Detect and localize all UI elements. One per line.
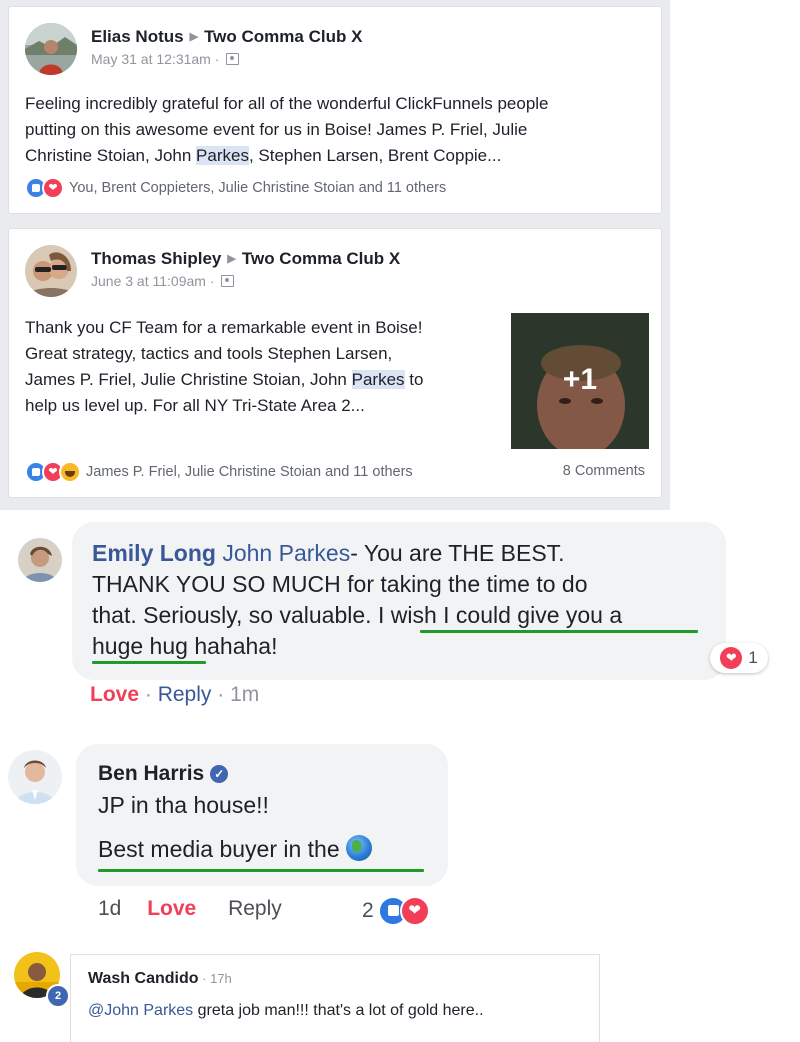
post-text-line: Thank you CF Team for a remarkable event… (25, 318, 423, 337)
avatar[interactable] (25, 23, 77, 75)
highlight-underline (98, 869, 424, 872)
post-text-line: Christine Stoian, John Parkes, Stephen L… (25, 143, 549, 169)
highlight-underline (92, 661, 206, 664)
feed-post: Elias Notus ▶ Two Comma Club X May 31 at 1… (8, 6, 662, 214)
notification-badge: 2 (46, 984, 70, 1008)
post-timestamp[interactable]: June 3 at 11:09am (91, 273, 206, 289)
author-name[interactable]: Elias Notus (91, 27, 184, 46)
post-text-line: Feeling incredibly grateful for all of t… (25, 94, 549, 113)
comments-count-link[interactable]: 8 Comments (563, 463, 645, 479)
comment-line: Best media buyer in the (98, 832, 372, 866)
text-segment: Best media buyer in the (98, 836, 340, 862)
post-header: Thomas Shipley ▶ Two Comma Club X (91, 249, 400, 269)
comment-line: THANK YOU SO MUCH for taking the time to… (92, 571, 588, 597)
feed-post: Thomas Shipley ▶ Two Comma Club X June 3 a… (8, 228, 662, 498)
comment-line: Emily Long John Parkes- You are THE BEST… (92, 538, 622, 569)
text-segment: James P. Friel, Julie Christine Stoian, … (25, 370, 352, 389)
post-text: Thank you CF Team for a remarkable event… (25, 315, 423, 419)
arrow-right-icon: ▶ (227, 253, 236, 265)
comment-reactions[interactable]: 2 (362, 896, 430, 926)
post-timestamp[interactable]: May 31 at 12:31am (91, 51, 211, 67)
comment-body: Emily Long John Parkes- You are THE BEST… (92, 538, 622, 662)
text-segment: greta job man!!! that's a lot of gold he… (193, 1002, 484, 1019)
reaction-count: 2 (362, 899, 374, 922)
post-text: Feeling incredibly grateful for all of t… (25, 91, 549, 169)
comment-line: Ben Harris ✓ (98, 760, 372, 788)
avatar[interactable] (8, 750, 62, 804)
highlight-underline (420, 630, 698, 633)
comment-author[interactable]: Ben Harris (98, 762, 204, 785)
mention-link[interactable]: @John Parkes (88, 1002, 193, 1019)
love-button[interactable]: Love (147, 897, 196, 920)
author-name[interactable]: Thomas Shipley (91, 249, 221, 268)
audience-icon[interactable] (226, 53, 240, 65)
comment-time[interactable]: · 17h (199, 971, 232, 986)
comment-line: JP in tha house!! (98, 792, 269, 818)
reactions-text[interactable]: You, Brent Coppieters, Julie Christine S… (69, 180, 446, 196)
comment-line: that. Seriously, so valuable. I wish I c… (92, 602, 623, 628)
group-name[interactable]: Two Comma Club X (204, 27, 362, 46)
avatar[interactable] (18, 538, 62, 582)
love-icon (399, 896, 430, 926)
love-button[interactable]: Love (90, 683, 139, 706)
love-icon: ❤ (720, 647, 743, 669)
separator: · (211, 683, 231, 706)
text-segment: Christine Stoian, John (25, 146, 197, 165)
post-header: Elias Notus ▶ Two Comma Club X (91, 27, 362, 47)
reactions-summary[interactable]: James P. Friel, Julie Christine Stoian a… (25, 461, 413, 483)
post-text-line: Great strategy, tactics and tools Stephe… (25, 344, 393, 363)
group-name[interactable]: Two Comma Club X (242, 249, 400, 268)
comment-author[interactable]: Emily Long (92, 540, 216, 566)
comment-author[interactable]: Wash Candido (88, 970, 199, 987)
highlighted-name[interactable]: Parkes (196, 146, 249, 165)
comment-actions: Love · Reply · 1m (90, 683, 259, 707)
post-text-line: putting on this awesome event for us in … (25, 120, 528, 139)
comment-time[interactable]: 1m (230, 683, 259, 706)
verified-icon: ✓ (210, 765, 229, 783)
text-segment: to (404, 370, 424, 389)
comment-line: huge hug hahaha! (92, 633, 278, 659)
more-photos-count[interactable]: +1 (511, 363, 649, 397)
post-meta: May 31 at 12:31am · (91, 51, 240, 67)
post-photo[interactable]: +1 (511, 313, 649, 449)
avatar[interactable] (25, 245, 77, 297)
highlighted-name[interactable]: Parkes (351, 370, 405, 389)
comment-text: @John Parkes greta job man!!! that's a l… (88, 1002, 484, 1020)
post-meta: June 3 at 11:09am · (91, 273, 235, 289)
comment-bubble (70, 954, 600, 1042)
reply-button[interactable]: Reply (158, 683, 212, 706)
comment-header: Wash Candido · 17h (88, 970, 232, 988)
reaction-count: 1 (748, 648, 758, 667)
love-icon (42, 177, 64, 199)
post-text-line: help us level up. For all NY Tri-State A… (25, 396, 365, 415)
reactions-text[interactable]: James P. Friel, Julie Christine Stoian a… (86, 464, 413, 480)
comment-time[interactable]: 1d (98, 897, 121, 920)
reply-button[interactable]: Reply (228, 897, 282, 920)
separator: · (139, 683, 158, 706)
haha-icon (59, 461, 81, 483)
text-segment: - You are THE BEST. (350, 540, 565, 566)
text-segment: , Stephen Larsen, Brent Coppie... (248, 146, 502, 165)
comment-actions: 1d Love Reply (98, 897, 282, 921)
reactions-summary[interactable]: You, Brent Coppieters, Julie Christine S… (25, 177, 446, 199)
comment-reaction-badge[interactable]: ❤ 1 (710, 643, 768, 673)
arrow-right-icon: ▶ (189, 31, 199, 43)
post-text-line: James P. Friel, Julie Christine Stoian, … (25, 367, 423, 393)
comment-body: Ben Harris ✓ JP in tha house!! Best media… (98, 760, 372, 866)
globe-icon (345, 835, 372, 861)
audience-icon[interactable] (221, 275, 235, 287)
mention-link[interactable]: John Parkes (222, 540, 350, 566)
